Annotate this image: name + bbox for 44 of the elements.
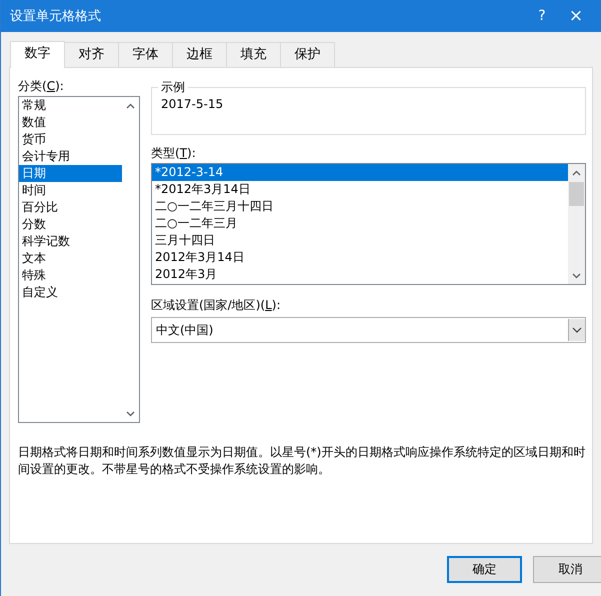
tab[interactable]: 字体	[119, 42, 173, 67]
locale-dropdown[interactable]: 中文(中国)	[151, 317, 586, 343]
list-item[interactable]: *2012-3-14	[152, 164, 568, 181]
sample-label: 示例	[158, 80, 188, 94]
list-item[interactable]: 数值	[19, 114, 122, 131]
chevron-up-icon[interactable]	[572, 170, 581, 176]
sample-value: 2017-5-15	[161, 96, 224, 112]
locale-label: 区域设置(国家/地区)(L):	[151, 297, 282, 313]
list-item[interactable]: 2012年3月14日	[152, 249, 568, 266]
list-item[interactable]: 会计专用	[19, 148, 122, 165]
tab[interactable]: 对齐	[65, 42, 119, 67]
list-item[interactable]: 日期	[19, 165, 122, 182]
tab[interactable]: 填充	[227, 42, 281, 67]
list-item[interactable]: 二○一二年三月	[152, 215, 568, 232]
scrollbar[interactable]	[568, 164, 585, 284]
list-item[interactable]: 三月十四日	[152, 232, 568, 249]
list-item[interactable]: 二○一二年三月十四日	[152, 198, 568, 215]
list-item[interactable]: 常规	[19, 97, 122, 114]
dialog-button[interactable]: 取消	[533, 556, 601, 583]
list-item[interactable]: 时间	[19, 182, 122, 199]
chevron-down-icon[interactable]	[126, 410, 135, 416]
chevron-down-icon[interactable]	[572, 272, 581, 278]
list-item[interactable]: 货币	[19, 131, 122, 148]
list-item[interactable]: 科学记数	[19, 233, 122, 250]
tab[interactable]: 数字	[10, 41, 65, 68]
list-item[interactable]: *2012年3月14日	[152, 181, 568, 198]
description-text: 日期格式将日期和时间系列数值显示为日期值。以星号(*)开头的日期格式响应操作系统特定的区域日期和时间设置的更改。不带星号的格式不受操作系统设置的影响。	[18, 444, 586, 478]
dialog-button[interactable]: 确定	[447, 556, 522, 583]
list-item[interactable]: 自定义	[19, 284, 122, 301]
list-item[interactable]: 2012年3月	[152, 266, 568, 283]
list-item[interactable]: 特殊	[19, 267, 122, 284]
tab[interactable]: 保护	[281, 42, 335, 67]
chevron-down-icon	[572, 327, 582, 333]
type-label: 类型(T):	[151, 145, 197, 161]
chevron-up-icon[interactable]	[126, 102, 135, 108]
list-item[interactable]: 文本	[19, 250, 122, 267]
close-button[interactable]: ×	[559, 6, 593, 26]
list-item[interactable]: 百分比	[19, 199, 122, 216]
list-item[interactable]: 分数	[19, 216, 122, 233]
tab[interactable]: 边框	[173, 42, 227, 67]
category-label: 分类(C):	[18, 78, 65, 94]
scroll-thumb[interactable]	[569, 182, 584, 206]
window-title: 设置单元格格式	[10, 8, 102, 25]
help-button[interactable]: ?	[525, 8, 559, 24]
